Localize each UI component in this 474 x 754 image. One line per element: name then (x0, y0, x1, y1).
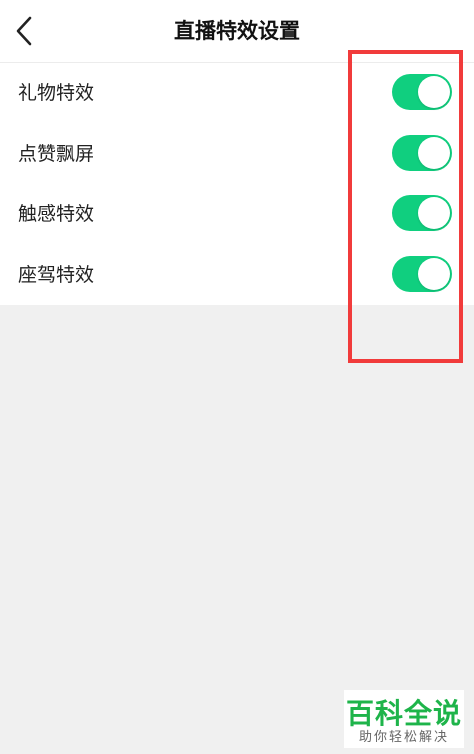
highlight-box (348, 50, 463, 363)
watermark-sub-text: 助你轻松解决 (358, 730, 449, 745)
setting-label: 触感特效 (18, 203, 95, 225)
setting-label: 礼物特效 (18, 82, 95, 104)
setting-label: 点赞飘屏 (18, 142, 95, 165)
watermark-logo: 百科全说 助你轻松解决 (344, 690, 464, 748)
setting-label: 座驾特效 (18, 263, 95, 286)
